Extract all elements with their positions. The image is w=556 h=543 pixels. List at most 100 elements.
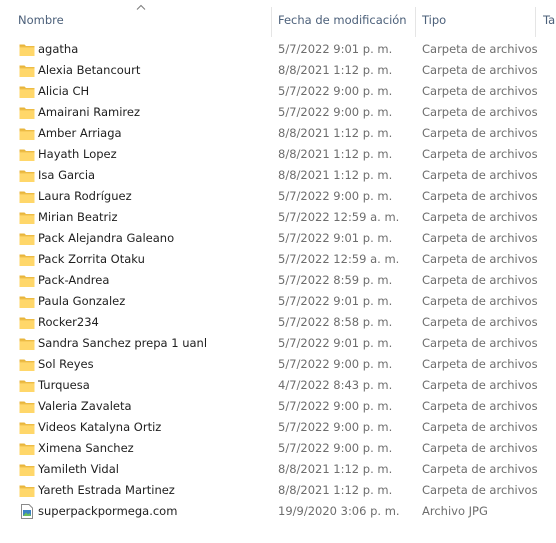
- file-row[interactable]: Laura Rodríguez 5/7/2022 9:00 p. m. Carpet…: [0, 186, 556, 207]
- file-name[interactable]: Rocker234: [38, 312, 268, 333]
- file-name[interactable]: Turquesa: [38, 375, 268, 396]
- file-type: Carpeta de archivos: [422, 399, 538, 413]
- column-divider[interactable]: [271, 7, 272, 37]
- file-type: Carpeta de archivos: [422, 294, 538, 308]
- file-type: Carpeta de archivos: [422, 63, 538, 77]
- file-row[interactable]: Yareth Estrada Martinez 8/8/2021 1:12 p. …: [0, 480, 556, 501]
- file-row[interactable]: Alexia Betancourt 8/8/2021 1:12 p. m. Carp…: [0, 60, 556, 81]
- file-name[interactable]: Sol Reyes: [38, 354, 268, 375]
- file-modified-date: 5/7/2022 9:00 p. m.: [278, 189, 393, 203]
- file-modified-date: 5/7/2022 9:01 p. m.: [278, 294, 393, 308]
- file-name[interactable]: Videos Katalyna Ortiz: [38, 417, 268, 438]
- file-modified-date: 5/7/2022 9:01 p. m.: [278, 336, 393, 350]
- file-name[interactable]: Yamileth Vidal: [38, 459, 268, 480]
- folder-icon: [19, 189, 35, 204]
- folder-icon: [19, 231, 35, 246]
- file-modified-date: 5/7/2022 12:59 a. m.: [278, 210, 400, 224]
- file-type: Carpeta de archivos: [422, 462, 538, 476]
- file-name[interactable]: Isa Garcia: [38, 165, 268, 186]
- file-modified-date: 5/7/2022 9:01 p. m.: [278, 231, 393, 245]
- file-type: Carpeta de archivos: [422, 420, 538, 434]
- file-type: Carpeta de archivos: [422, 189, 538, 203]
- file-row[interactable]: Rocker234 5/7/2022 8:58 p. m. Carpeta de a…: [0, 312, 556, 333]
- column-divider[interactable]: [535, 7, 536, 37]
- file-row[interactable]: Isa Garcia 8/8/2021 1:12 p. m. Carpeta de …: [0, 165, 556, 186]
- file-name[interactable]: Laura Rodríguez: [38, 186, 268, 207]
- file-row[interactable]: Alicia CH 5/7/2022 9:00 p. m. Carpeta de a…: [0, 81, 556, 102]
- file-modified-date: 5/7/2022 9:00 p. m.: [278, 105, 393, 119]
- file-row[interactable]: superpackpormega.com 19/9/2020 3:06 p. m.…: [0, 501, 556, 522]
- file-row[interactable]: Pack-Andrea 5/7/2022 8:59 p. m. Carpeta de…: [0, 270, 556, 291]
- file-name[interactable]: Mirian Beatriz: [38, 207, 268, 228]
- file-name[interactable]: Pack-Andrea: [38, 270, 268, 291]
- file-row[interactable]: Valeria Zavaleta 5/7/2022 9:00 p. m. Carpe…: [0, 396, 556, 417]
- file-modified-date: 5/7/2022 9:01 p. m.: [278, 42, 393, 56]
- file-row[interactable]: Amairani Ramirez 5/7/2022 9:00 p. m. Carpe…: [0, 102, 556, 123]
- file-row[interactable]: Pack Zorrita Otaku 5/7/2022 12:59 a. m. Ca…: [0, 249, 556, 270]
- file-name[interactable]: superpackpormega.com: [38, 501, 268, 522]
- folder-icon: [19, 42, 35, 57]
- file-name[interactable]: Alicia CH: [38, 81, 268, 102]
- file-row[interactable]: Amber Arriaga 8/8/2021 1:12 p. m. Carpeta …: [0, 123, 556, 144]
- column-date-header[interactable]: Fecha de modificación: [278, 0, 414, 38]
- folder-icon: [19, 105, 35, 120]
- column-size-header[interactable]: Tam: [543, 0, 556, 38]
- file-row[interactable]: Sandra Sanchez prepa 1 uanl 5/7/2022 9:01…: [0, 333, 556, 354]
- file-name[interactable]: Paula Gonzalez: [38, 291, 268, 312]
- file-name[interactable]: Amber Arriaga: [38, 123, 268, 144]
- file-modified-date: 8/8/2021 1:12 p. m.: [278, 168, 393, 182]
- folder-icon: [19, 315, 35, 330]
- folder-icon: [19, 273, 35, 288]
- column-name-header[interactable]: Nombre: [18, 0, 268, 38]
- folder-icon: [19, 441, 35, 456]
- file-name[interactable]: Ximena Sanchez: [38, 438, 268, 459]
- folder-icon: [19, 483, 35, 498]
- file-modified-date: 5/7/2022 9:00 p. m.: [278, 441, 393, 455]
- file-type: Carpeta de archivos: [422, 84, 538, 98]
- folder-icon: [19, 378, 35, 393]
- file-type: Carpeta de archivos: [422, 147, 538, 161]
- file-modified-date: 5/7/2022 9:00 p. m.: [278, 399, 393, 413]
- file-modified-date: 8/8/2021 1:12 p. m.: [278, 126, 393, 140]
- column-divider[interactable]: [415, 7, 416, 37]
- file-type: Carpeta de archivos: [422, 378, 538, 392]
- file-type: Carpeta de archivos: [422, 42, 538, 56]
- file-row[interactable]: Pack Alejandra Galeano 5/7/2022 9:01 p. m…: [0, 228, 556, 249]
- file-name[interactable]: Alexia Betancourt: [38, 60, 268, 81]
- file-row[interactable]: Sol Reyes 5/7/2022 9:00 p. m. Carpeta de a…: [0, 354, 556, 375]
- folder-icon: [19, 294, 35, 309]
- folder-icon: [19, 147, 35, 162]
- file-row[interactable]: Videos Katalyna Ortiz 5/7/2022 9:00 p. m.…: [0, 417, 556, 438]
- file-type: Carpeta de archivos: [422, 483, 538, 497]
- folder-icon: [19, 84, 35, 99]
- file-name[interactable]: agatha: [38, 39, 268, 60]
- file-row[interactable]: Mirian Beatriz 5/7/2022 12:59 a. m. Carpet…: [0, 207, 556, 228]
- file-row[interactable]: Turquesa 4/7/2022 8:43 p. m. Carpeta de ar…: [0, 375, 556, 396]
- folder-icon: [19, 420, 35, 435]
- column-type-header[interactable]: Tipo: [422, 0, 532, 38]
- file-name[interactable]: Pack Zorrita Otaku: [38, 249, 268, 270]
- file-type: Carpeta de archivos: [422, 105, 538, 119]
- file-type: Carpeta de archivos: [422, 273, 538, 287]
- folder-icon: [19, 252, 35, 267]
- file-type: Carpeta de archivos: [422, 126, 538, 140]
- file-name[interactable]: Sandra Sanchez prepa 1 uanl: [38, 333, 268, 354]
- file-name[interactable]: Hayath Lopez: [38, 144, 268, 165]
- file-type: Carpeta de archivos: [422, 252, 538, 266]
- file-row[interactable]: agatha 5/7/2022 9:01 p. m. Carpeta de arch…: [0, 39, 556, 60]
- file-modified-date: 5/7/2022 9:00 p. m.: [278, 420, 393, 434]
- file-row[interactable]: Hayath Lopez 8/8/2021 1:12 p. m. Carpeta d…: [0, 144, 556, 165]
- file-row[interactable]: Ximena Sanchez 5/7/2022 9:00 p. m. Carpeta…: [0, 438, 556, 459]
- file-modified-date: 5/7/2022 12:59 a. m.: [278, 252, 400, 266]
- file-modified-date: 8/8/2021 1:12 p. m.: [278, 462, 393, 476]
- file-name[interactable]: Yareth Estrada Martinez: [38, 480, 268, 501]
- file-name[interactable]: Amairani Ramirez: [38, 102, 268, 123]
- file-modified-date: 5/7/2022 8:58 p. m.: [278, 315, 393, 329]
- file-modified-date: 19/9/2020 3:06 p. m.: [278, 504, 400, 518]
- file-row[interactable]: Paula Gonzalez 5/7/2022 9:01 p. m. Carpeta…: [0, 291, 556, 312]
- folder-icon: [19, 336, 35, 351]
- file-name[interactable]: Valeria Zavaleta: [38, 396, 268, 417]
- file-type: Carpeta de archivos: [422, 168, 538, 182]
- file-name[interactable]: Pack Alejandra Galeano: [38, 228, 268, 249]
- file-row[interactable]: Yamileth Vidal 8/8/2021 1:12 p. m. Carpeta…: [0, 459, 556, 480]
